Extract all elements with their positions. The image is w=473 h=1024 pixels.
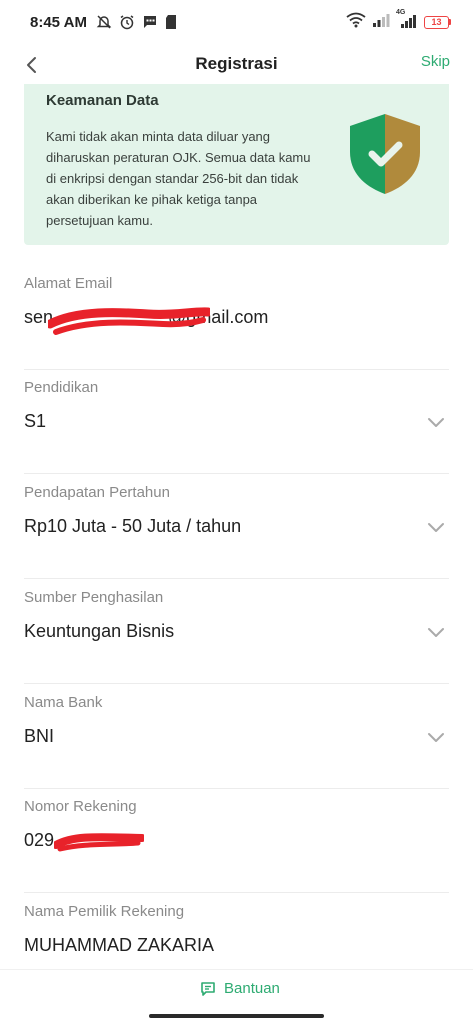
status-icons-left bbox=[96, 14, 177, 30]
status-time: 8:45 AM bbox=[30, 13, 87, 31]
bank-name-field[interactable]: Nama Bank BNI bbox=[24, 685, 449, 789]
bank-name-label: Nama Bank bbox=[24, 694, 103, 711]
app-header: Registrasi Skip bbox=[0, 44, 473, 84]
income-source-value: Keuntungan Bisnis bbox=[24, 621, 175, 641]
chevron-down-icon[interactable] bbox=[427, 520, 445, 534]
chevron-down-icon[interactable] bbox=[427, 730, 445, 744]
help-button[interactable]: Bantuan bbox=[200, 980, 280, 997]
battery-icon: 13 bbox=[424, 15, 451, 29]
network-type-label: 4G bbox=[396, 8, 406, 16]
skip-button[interactable]: Skip bbox=[421, 53, 450, 70]
income-source-label: Sumber Penghasilan bbox=[24, 589, 164, 606]
email-value-prefix: sen bbox=[24, 307, 54, 327]
bottom-bar: Bantuan bbox=[0, 969, 473, 1024]
wifi-icon bbox=[346, 12, 366, 33]
redaction-mark bbox=[54, 833, 144, 852]
account-number-label: Nomor Rekening bbox=[24, 798, 137, 815]
sd-card-icon bbox=[165, 14, 177, 30]
muted-bell-icon bbox=[96, 14, 112, 30]
education-label: Pendidikan bbox=[24, 379, 99, 396]
shield-check-icon bbox=[350, 114, 420, 194]
back-button[interactable] bbox=[18, 52, 44, 78]
account-holder-label: Nama Pemilik Rekening bbox=[24, 903, 185, 920]
account-holder-value: MUHAMMAD ZAKARIA bbox=[24, 935, 215, 955]
page-title: Registrasi bbox=[195, 54, 278, 73]
battery-level: 13 bbox=[424, 15, 449, 29]
alarm-icon bbox=[119, 14, 135, 30]
security-card-text: Kami tidak akan minta data diluar yang d… bbox=[46, 129, 311, 228]
email-field[interactable]: Alamat Email sen @gmail.com bbox=[24, 266, 449, 370]
account-number-value: 029 bbox=[24, 830, 55, 850]
account-number-field[interactable]: Nomor Rekening 029 bbox=[24, 789, 449, 893]
signal-icon bbox=[372, 13, 390, 32]
message-icon bbox=[142, 14, 158, 30]
home-indicator[interactable] bbox=[149, 1014, 324, 1018]
income-source-field[interactable]: Sumber Penghasilan Keuntungan Bisnis bbox=[24, 580, 449, 684]
email-value-suffix: @gmail.com bbox=[168, 307, 269, 327]
help-label: Bantuan bbox=[224, 980, 280, 997]
email-value: sen @gmail.com bbox=[24, 307, 268, 328]
chevron-down-icon[interactable] bbox=[427, 415, 445, 429]
bank-name-value: BNI bbox=[24, 726, 55, 746]
status-bar: 8:45 AM 4G 13 bbox=[0, 0, 473, 44]
status-icons-right: 4G 13 bbox=[346, 8, 451, 33]
chat-help-icon bbox=[201, 981, 215, 996]
chevron-left-icon bbox=[27, 57, 36, 73]
email-label: Alamat Email bbox=[24, 275, 113, 292]
education-value: S1 bbox=[24, 411, 47, 431]
security-card-title: Keamanan Data bbox=[46, 92, 159, 109]
annual-income-label: Pendapatan Pertahun bbox=[24, 484, 170, 501]
security-info-card: Keamanan Data Kami tidak akan minta data… bbox=[24, 84, 449, 245]
signal-4g-icon: 4G bbox=[396, 8, 418, 33]
annual-income-value: Rp10 Juta - 50 Juta / tahun bbox=[24, 516, 242, 536]
annual-income-field[interactable]: Pendapatan Pertahun Rp10 Juta - 50 Juta … bbox=[24, 475, 449, 579]
chevron-down-icon[interactable] bbox=[427, 625, 445, 639]
education-field[interactable]: Pendidikan S1 bbox=[24, 370, 449, 474]
